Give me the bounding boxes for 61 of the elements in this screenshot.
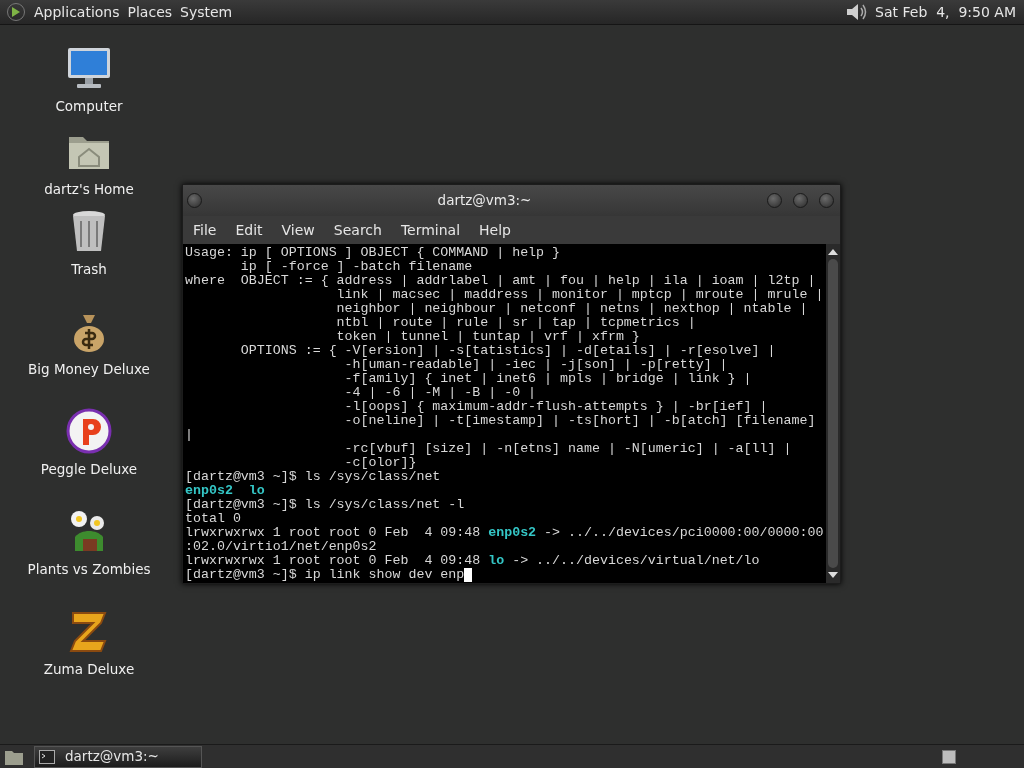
terminal-text: lo: [488, 554, 505, 568]
terminal-text: lrwxrwxrwx 1 root root 0 Feb 4 09:48: [185, 526, 482, 540]
menu-item[interactable]: Search: [325, 217, 390, 243]
terminal-text: enp0s2: [185, 484, 234, 498]
window-menu-button[interactable]: [187, 193, 202, 208]
scroll-up-icon[interactable]: [828, 248, 838, 256]
terminal-text: [dartz@vm3 ~]$ ip link show dev enp: [185, 568, 465, 582]
desktop-icon-label[interactable]: dartz's Home: [44, 179, 134, 200]
terminal-text: [dartz@vm3 ~]$ ls /sys/class/net -l: [185, 498, 465, 512]
desktop-icon-label[interactable]: Computer: [55, 96, 123, 117]
window-title: dartz@vm3:~: [436, 191, 533, 211]
terminal-text: ip [ -force ] -batch filename: [239, 260, 473, 274]
terminal-text: |: [185, 428, 193, 442]
terminal-text: lrwxrwxrwx 1 root root 0 Feb 4 09:48: [185, 554, 482, 568]
terminal-icon: [39, 749, 55, 764]
terminal-text: -4 | -6 | -M | -B | -0 |: [343, 386, 537, 400]
scroll-down-icon[interactable]: [828, 571, 838, 579]
menu-item[interactable]: Terminal: [392, 217, 469, 243]
scroll-thumb[interactable]: [828, 259, 838, 568]
desktop-icon-label[interactable]: Trash: [71, 259, 107, 280]
minimize-button[interactable]: [767, 193, 782, 208]
desktop-icon-label[interactable]: Plants vs Zombies: [27, 559, 151, 580]
menu-logo-icon[interactable]: [6, 2, 26, 22]
maximize-button[interactable]: [793, 193, 808, 208]
panel-menu[interactable]: System: [180, 1, 233, 23]
terminal-text: link | macsec | maddress | monitor | mptcp | mroute | mrule |: [335, 288, 824, 302]
terminal-text: -f[amily] { inet | inet6 | mpls | bridge | link } |: [343, 372, 752, 386]
terminal-text: [dartz@vm3 ~]$ ls /sys/class/net: [185, 470, 441, 484]
menu-item[interactable]: Help: [471, 217, 519, 243]
terminal-text: OPTIONS := { -V[ersion] | -s[tatistics] | -d[etails] | -r[esolve] |: [239, 344, 776, 358]
close-button[interactable]: [819, 193, 834, 208]
speaker-icon[interactable]: [845, 2, 868, 22]
menu-item[interactable]: View: [273, 217, 323, 243]
terminal-text: ntbl | route | rule | sr | tap | tcpmetrics |: [335, 316, 696, 330]
terminal-text: -> ../../devices/pci0000:00/0000:00: [543, 526, 824, 540]
taskbar-button[interactable]: dartz@vm3:~: [34, 745, 202, 768]
terminal-text: total 0: [185, 512, 241, 526]
panel-menu[interactable]: Applications: [34, 1, 120, 23]
terminal-text: :02.0/virtio1/net/enp0s2: [185, 540, 377, 554]
terminal-text: token | tunnel | tuntap | vrf | xfrm }: [335, 330, 640, 344]
terminal-text: -h[uman-readable] | -iec | -j[son] | -p[retty] |: [343, 358, 728, 372]
terminal-text: where OBJECT := { address | addrlabel | amt | fou | help | ila | ioam | l2tp |: [185, 274, 816, 288]
menu-item[interactable]: Edit: [227, 217, 271, 243]
terminal-text: lo: [248, 484, 265, 498]
terminal-text: -> ../../devices/virtual/net/lo: [511, 554, 760, 568]
terminal-text: -c[olor]}: [343, 456, 417, 470]
terminal-text: neighbor | neighbour | netconf | netns | nexthop | ntable |: [335, 302, 808, 316]
terminal-text: -o[neline] | -t[imestamp] | -ts[hort] | -b[atch] [filename]: [343, 414, 816, 428]
terminal-text: -l[oops] { maximum-addr-flush-attempts } | -br[ief] |: [343, 400, 768, 414]
desktop-icon-label[interactable]: Zuma Deluxe: [43, 659, 135, 680]
workspace-switcher[interactable]: [942, 749, 956, 764]
desktop-icon-label[interactable]: Big Money Deluxe: [28, 359, 150, 380]
terminal-text: Usage: ip [ OPTIONS ] OBJECT { COMMAND | help }: [185, 246, 561, 260]
scrollbar[interactable]: [826, 244, 840, 583]
panel-menu[interactable]: Places: [127, 1, 173, 23]
peggle-icon: [65, 407, 113, 455]
desktop-icon-label[interactable]: Peggle Deluxe: [40, 459, 138, 480]
terminal-text: -rc[vbuf] [size] | -n[etns] name | -N[umeric] | -a[ll] |: [343, 442, 792, 456]
terminal-text: enp0s2: [488, 526, 537, 540]
menu-item[interactable]: File: [185, 217, 225, 243]
clock[interactable]: Sat Feb 4, 9:50 AM: [875, 1, 1016, 23]
